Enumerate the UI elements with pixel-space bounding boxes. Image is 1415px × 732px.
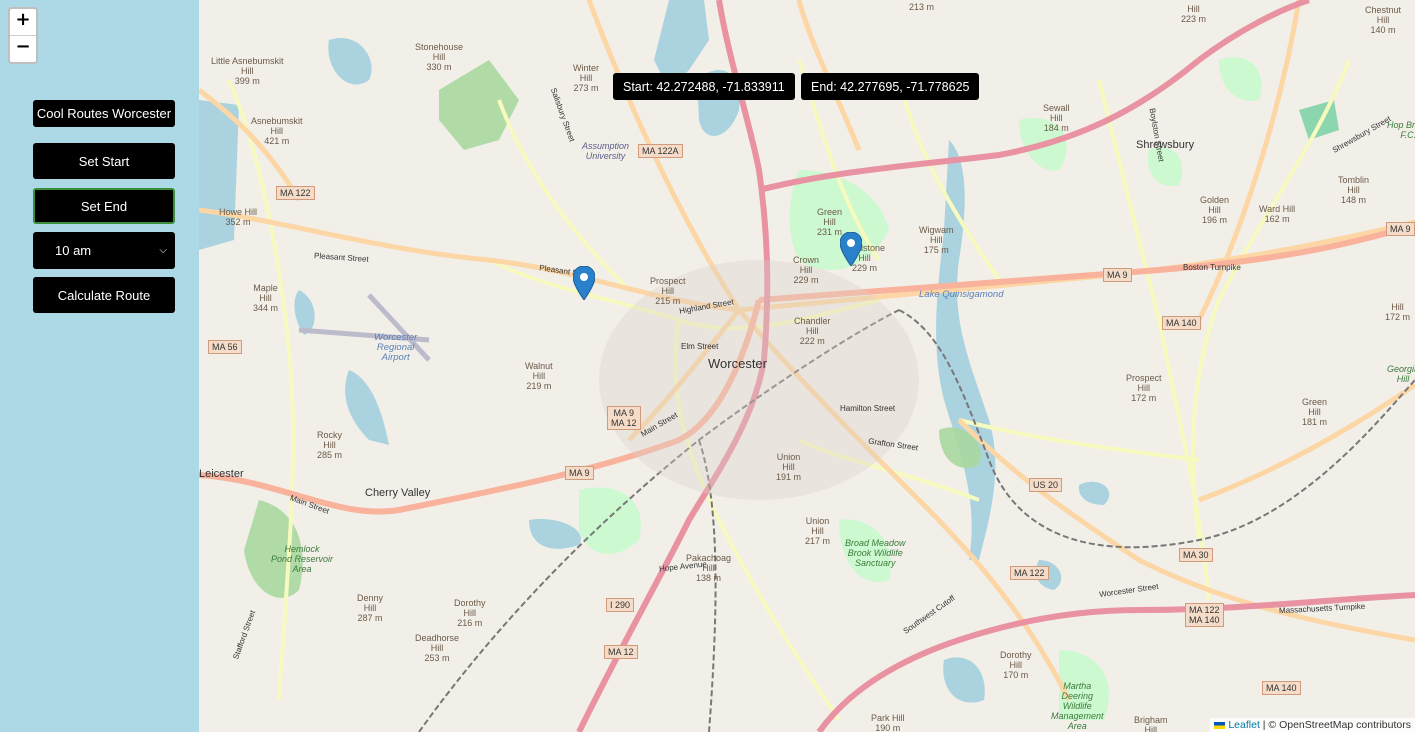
sidebar: + − Cool Routes Worcester Set Start Set … <box>0 0 199 732</box>
city-label: Worcester <box>708 356 767 371</box>
hill-label: Ward Hill 162 m <box>1259 204 1296 224</box>
start-coordinates: Start: 42.272488, -71.833911 <box>613 73 795 100</box>
ukraine-flag-icon <box>1214 721 1226 729</box>
hill-label: Hill 172 m <box>1385 302 1411 322</box>
route-shield: MA 9 <box>1103 268 1132 282</box>
leaflet-link[interactable]: Leaflet <box>1228 719 1260 731</box>
hill-label: Denny Hill 287 m <box>357 593 384 623</box>
chevron-down-icon: ⌵ <box>159 245 167 256</box>
hill-label: Winter Hill 273 m <box>573 63 600 93</box>
road-label: Boston Turnpike <box>1183 263 1241 272</box>
town-label: Leicester <box>199 468 244 480</box>
route-shield: MA 9 <box>565 466 594 480</box>
hill-label: Golden Hill 196 m <box>1200 195 1230 225</box>
hill-label: Park Hill 190 m <box>871 713 905 732</box>
hill-label: Rocky Hill 285 m <box>317 430 343 460</box>
route-shield: MA 140 <box>1162 316 1201 330</box>
end-marker-icon[interactable] <box>840 232 862 266</box>
attribution-text: | © OpenStreetMap contributors <box>1259 719 1411 731</box>
hill-label: Tomblin Hill 148 m <box>1338 175 1370 205</box>
zoom-control: + − <box>8 7 38 64</box>
hill-label: Dorothy Hill 170 m <box>1000 650 1032 680</box>
sanctuary-label: Broad Meadow Brook Wildlife Sanctuary <box>845 538 906 568</box>
hill-label: Deadhorse Hill 253 m <box>415 633 460 663</box>
hill-label: Hill 223 m <box>1181 4 1207 24</box>
hill-label: Union Hill 217 m <box>805 516 831 546</box>
map[interactable]: Worcester Shrewsbury Cherry Valley Leice… <box>199 0 1415 732</box>
zoom-in-button[interactable]: + <box>10 9 36 35</box>
hill-label: Maple Hill 344 m <box>253 283 279 313</box>
university-label: Assumption University <box>582 141 630 161</box>
route-shield: MA 30 <box>1179 548 1213 562</box>
route-shield: MA 9 <box>1386 222 1415 236</box>
route-shield: MA 122 <box>1010 566 1049 580</box>
route-shield: MA 122 MA 140 <box>1185 603 1224 627</box>
set-start-button[interactable]: Set Start <box>33 143 175 179</box>
hill-label: Asnebumskit Hill 421 m <box>251 116 303 146</box>
downtown-area <box>599 260 919 500</box>
hill-label: Chestnut Hill 140 m <box>1365 5 1402 35</box>
hill-label: Green Hill 231 m <box>817 207 843 237</box>
zoom-out-button[interactable]: − <box>10 35 36 62</box>
town-label: Shrewsbury <box>1136 139 1195 151</box>
route-shield: US 20 <box>1029 478 1063 492</box>
hill-area-label: Georgia Hill <box>1387 364 1415 384</box>
route-shield: MA 12 <box>604 645 638 659</box>
road-label: Elm Street <box>681 342 719 351</box>
route-shield: MA 122A <box>638 144 683 158</box>
hill-label: Prospect Hill 215 m <box>650 276 686 306</box>
hill-label: Wigwam Hill 175 m <box>919 225 954 255</box>
airport-label: Worcester Regional Airport <box>374 332 418 363</box>
route-shield: MA 56 <box>208 340 242 354</box>
map-attribution: Leaflet | © OpenStreetMap contributors <box>1210 718 1415 732</box>
hill-label: Brigham Hill <box>1134 715 1168 732</box>
end-coordinates: End: 42.277695, -71.778625 <box>801 73 980 100</box>
town-label: Cherry Valley <box>365 487 431 499</box>
time-select-value: 10 am <box>55 243 92 258</box>
hill-label: Sewall Hill 184 m <box>1043 103 1070 133</box>
route-shield: MA 140 <box>1262 681 1301 695</box>
hill-label: Stonehouse Hill 330 m <box>415 42 464 72</box>
app-title: Cool Routes Worcester <box>33 100 175 127</box>
route-shield: I 290 <box>606 598 635 612</box>
route-shield: MA 122 <box>276 186 315 200</box>
set-end-button[interactable]: Set End <box>33 188 175 224</box>
start-marker-icon[interactable] <box>573 266 595 300</box>
reservoir-label: Hemlock Pond Reservoir Area <box>271 544 334 574</box>
calculate-route-button[interactable]: Calculate Route <box>33 277 175 313</box>
hill-label: Little Asnebumskit Hill 399 m <box>211 56 284 86</box>
time-select[interactable]: 10 am ⌵ <box>33 232 175 269</box>
hill-label: Prospect Hill 172 m <box>1126 373 1162 403</box>
hill-label: Chandler Hill 222 m <box>794 316 831 346</box>
hill-label: 213 m <box>909 2 935 12</box>
wildlife-area-label: Martha Deering Wildlife Management Area <box>1051 681 1104 731</box>
route-shield: MA 9 MA 12 <box>607 406 641 430</box>
hill-label: Union Hill 191 m <box>776 452 802 482</box>
lake-label: Lake Quinsigamond <box>919 289 1004 300</box>
hill-label: Dorothy Hill 216 m <box>454 598 486 628</box>
hill-label: Howe Hill 352 m <box>219 207 258 227</box>
hill-label: Green Hill 181 m <box>1302 397 1328 427</box>
hill-label: Walnut Hill 219 m <box>525 361 553 391</box>
road-label: Hamilton Street <box>840 404 896 413</box>
hill-label: Crown Hill 229 m <box>793 255 820 285</box>
